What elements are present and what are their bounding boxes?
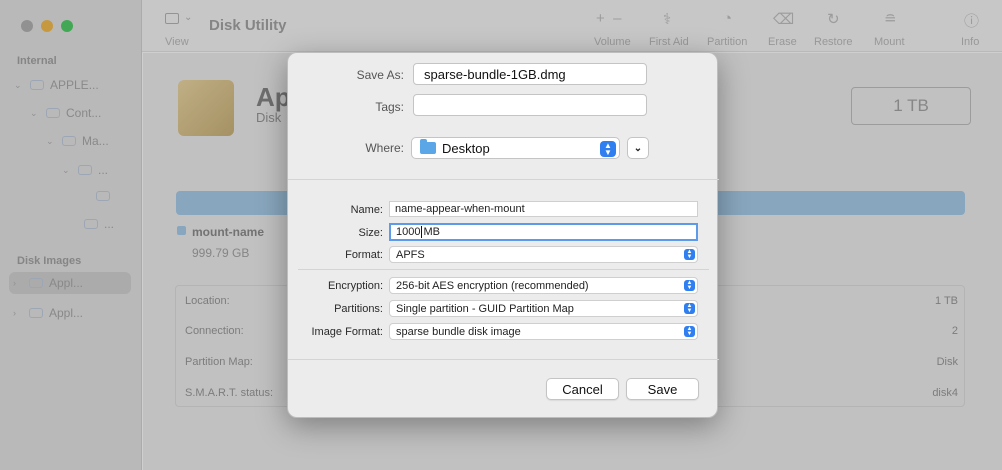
divider xyxy=(288,179,719,180)
chevron-updown-icon: ▲ ▼ xyxy=(684,280,695,291)
partitions-select[interactable]: Single partition - GUID Partition Map ▲ ▼ xyxy=(389,300,698,317)
size-unit: MB xyxy=(423,226,440,238)
cancel-button[interactable]: Cancel xyxy=(546,378,619,400)
name-input[interactable]: name-appear-when-mount xyxy=(389,201,698,217)
save-button[interactable]: Save xyxy=(626,378,699,400)
partitions-label: Partitions: xyxy=(334,303,383,315)
chevron-updown-icon: ▲ ▼ xyxy=(600,141,616,157)
format-select[interactable]: APFS ▲ ▼ xyxy=(389,246,698,263)
divider xyxy=(288,359,719,360)
image-format-label: Image Format: xyxy=(311,326,383,338)
chevron-updown-icon: ▲ ▼ xyxy=(684,326,695,337)
name-label: Name: xyxy=(350,204,383,216)
divider xyxy=(298,269,709,270)
format-value: APFS xyxy=(396,248,425,261)
size-label: Size: xyxy=(358,227,383,239)
tags-input[interactable] xyxy=(413,94,647,116)
folder-icon xyxy=(420,139,436,154)
text-cursor xyxy=(421,226,423,238)
image-format-select[interactable]: sparse bundle disk image ▲ ▼ xyxy=(389,323,698,340)
size-input[interactable]: 1000 MB xyxy=(389,223,698,241)
encryption-label: Encryption: xyxy=(327,280,383,292)
save-as-label: Save As: xyxy=(356,68,404,82)
partitions-value: Single partition - GUID Partition Map xyxy=(396,302,574,315)
encryption-value: 256-bit AES encryption (recommended) xyxy=(396,279,589,292)
save-dialog: Save As: sparse-bundle-1GB.dmg Tags: Whe… xyxy=(287,52,719,418)
chevron-updown-icon: ▲ ▼ xyxy=(684,303,695,314)
save-as-input[interactable]: sparse-bundle-1GB.dmg xyxy=(413,63,647,85)
where-value: Desktop xyxy=(442,140,490,156)
where-label: Where: xyxy=(365,141,404,155)
expand-browser-button[interactable]: ⌄ xyxy=(627,137,649,159)
chevron-updown-icon: ▲ ▼ xyxy=(684,249,695,260)
where-popup[interactable]: Desktop ▲ ▼ xyxy=(411,137,620,159)
tags-label: Tags: xyxy=(375,100,404,114)
size-number: 1000 xyxy=(396,226,421,238)
format-label: Format: xyxy=(345,249,383,261)
image-format-value: sparse bundle disk image xyxy=(396,325,521,338)
encryption-select[interactable]: 256-bit AES encryption (recommended) ▲ ▼ xyxy=(389,277,698,294)
